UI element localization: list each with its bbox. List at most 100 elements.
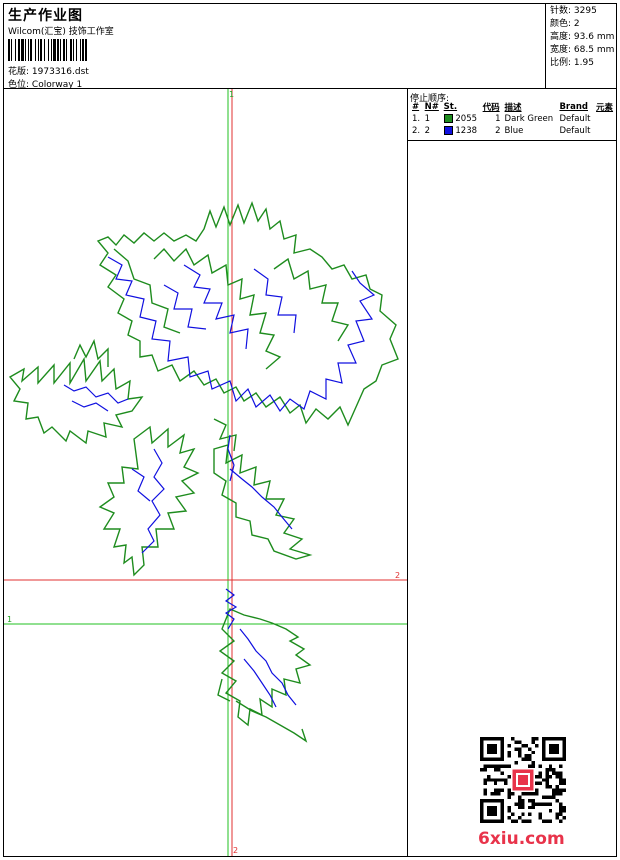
qr-module [555, 792, 560, 796]
qr-module [493, 792, 498, 796]
qr-module [535, 737, 539, 741]
green-stitches [8, 200, 399, 743]
barcode-bar [73, 39, 74, 61]
qr-module [493, 781, 498, 786]
qr-module [555, 774, 560, 779]
qr-module [559, 764, 563, 768]
qr-module [535, 743, 539, 748]
qr-module [517, 795, 522, 799]
qr-module [538, 771, 542, 775]
barcode-bar [80, 39, 81, 61]
qr-module [538, 802, 542, 806]
qr-code [480, 737, 566, 823]
qr-module [521, 812, 525, 817]
barcode-bar [35, 39, 36, 61]
row-index: 1. [412, 114, 421, 124]
qr-module [486, 774, 491, 779]
col-element: 元素 [596, 103, 614, 113]
qr-module [562, 788, 566, 793]
qr-module [541, 778, 546, 782]
row-code: 1 [495, 114, 501, 124]
qr-module [535, 788, 539, 793]
qr-module [497, 792, 501, 796]
qr-module [545, 785, 549, 789]
qr-module [493, 767, 498, 772]
barcode-bar [15, 39, 16, 61]
blue-stitches [63, 256, 376, 708]
qr-module [548, 767, 553, 772]
qr-module [497, 767, 501, 772]
col-brand: Brand [559, 102, 588, 112]
guide-marker-bottom: 2 [233, 846, 238, 855]
stat-scale: 比例: 1.95 [550, 58, 594, 68]
qr-module [504, 781, 508, 786]
row-stitches-cell: 1238 [442, 125, 481, 137]
barcode-bar [60, 39, 61, 61]
qr-module [531, 805, 536, 810]
qr-module [562, 809, 566, 813]
qr-module [524, 757, 529, 762]
qr-module [562, 781, 566, 786]
barcode-bar [63, 39, 65, 61]
qr-module [562, 816, 566, 820]
barcode-bar [66, 39, 67, 61]
qr-module [500, 778, 505, 782]
barcode-bar [85, 39, 87, 61]
stat-stitches: 针数: 3295 [550, 6, 597, 16]
qr-module [521, 757, 525, 762]
qr-module [552, 771, 556, 775]
barcode [8, 39, 87, 61]
row-description: Blue [504, 126, 524, 136]
qr-module [555, 798, 560, 803]
qr-module [483, 778, 487, 782]
qr-module [559, 792, 563, 796]
qr-module [531, 792, 536, 796]
barcode-bar [28, 39, 29, 61]
col-code: 代码 [482, 103, 500, 113]
qr-module [486, 805, 498, 817]
qr-module [483, 788, 487, 793]
qr-module [517, 805, 522, 810]
qr-module [531, 761, 536, 765]
qr-module [514, 740, 518, 744]
company-name: Wilcom(汇宝) 技饰工作室 [8, 27, 114, 37]
qr-module [521, 805, 525, 810]
qr-module [545, 781, 549, 786]
qr-module [507, 743, 511, 748]
barcode-bar [25, 39, 26, 61]
qr-module [524, 743, 529, 748]
qr-module [555, 785, 560, 789]
qr-module [548, 774, 553, 779]
row-n: 1 [424, 114, 431, 124]
row-n: 2 [424, 126, 431, 136]
qr-module [524, 792, 529, 796]
qr-module [486, 743, 498, 755]
qr-module [562, 805, 566, 810]
barcode-bar [11, 39, 12, 61]
qr-module [562, 778, 566, 782]
row-description: Dark Green [504, 114, 554, 124]
qr-module [545, 767, 549, 772]
qr-module [507, 764, 511, 768]
qr-module [521, 819, 525, 823]
qr-module [535, 802, 539, 806]
qr-module [497, 764, 501, 768]
qr-module [559, 781, 563, 786]
row-stitches-cell: 2055 [442, 113, 481, 125]
qr-module [559, 778, 563, 782]
stop-sequence-table: # N# St. 代码 描述 Brand 元素 1. 1 2055 1 Dark… [410, 101, 616, 137]
table-header-row: # N# St. 代码 描述 Brand 元素 [410, 101, 616, 113]
col-stitches: St. [443, 102, 458, 112]
header: 生产作业图 Wilcom(汇宝) 技饰工作室 花版: 1973316.dst 色… [3, 3, 617, 90]
table-row: 1. 1 2055 1 Dark Green Default [410, 113, 616, 125]
qr-module [555, 812, 560, 817]
qr-module [538, 781, 542, 786]
qr-module [486, 778, 491, 782]
barcode-bar [53, 39, 56, 61]
qr-module [497, 778, 501, 782]
barcode-bar [30, 39, 32, 61]
barcode-bar [57, 39, 59, 61]
qr-module [517, 816, 522, 820]
qr-module [510, 737, 515, 741]
col-index: # [412, 102, 420, 112]
